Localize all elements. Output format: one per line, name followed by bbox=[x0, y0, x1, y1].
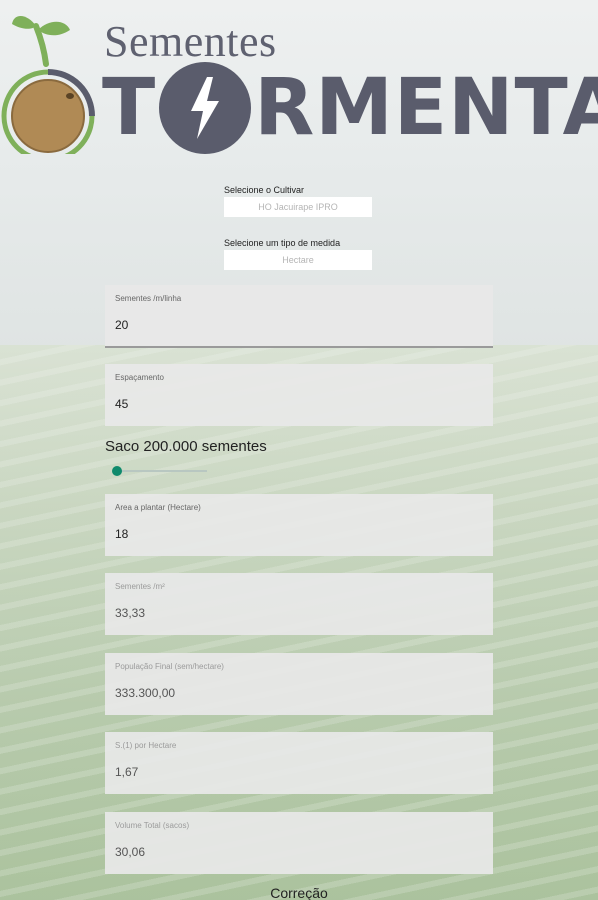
brand-logo: Sementes T RMENTA bbox=[0, 0, 598, 160]
bag-size-slider-track[interactable] bbox=[115, 470, 207, 472]
seed-sprout-icon bbox=[1, 15, 95, 154]
field-label: Area a plantar (Hectare) bbox=[115, 503, 201, 512]
field-value: 33,33 bbox=[115, 606, 146, 620]
logo-letter-t: T bbox=[102, 63, 157, 153]
field-value: 30,06 bbox=[115, 845, 146, 859]
field-value[interactable]: 18 bbox=[115, 527, 128, 541]
measure-type-select[interactable]: Hectare bbox=[224, 250, 372, 270]
field-value: 333.300,00 bbox=[115, 686, 176, 700]
field-label: S.(1) por Hectare bbox=[115, 741, 177, 750]
field-label: Espaçamento bbox=[115, 373, 164, 382]
field-label: População Final (sem/hectare) bbox=[115, 662, 224, 671]
measure-type-label: Selecione um tipo de medida bbox=[224, 238, 341, 248]
field-value: 1,67 bbox=[115, 765, 139, 779]
logo-top-text: Sementes bbox=[104, 17, 277, 66]
field-value[interactable]: 45 bbox=[115, 397, 128, 411]
area-to-plant-field[interactable]: Area a plantar (Hectare) 18 bbox=[105, 494, 493, 556]
bags-per-hectare-field: S.(1) por Hectare 1,67 bbox=[105, 732, 493, 794]
final-population-field: População Final (sem/hectare) 333.300,00 bbox=[105, 653, 493, 715]
field-label: Sementes /m² bbox=[115, 582, 165, 591]
logo-main-text: T RMENTA bbox=[102, 62, 598, 154]
logo-letters-rmenta: RMENTA bbox=[254, 63, 598, 153]
bag-size-slider-thumb[interactable] bbox=[112, 466, 122, 476]
seeds-per-m2-field: Sementes /m² 33,33 bbox=[105, 573, 493, 635]
spacing-field[interactable]: Espaçamento 45 bbox=[105, 364, 493, 426]
field-label: Volume Total (sacos) bbox=[115, 821, 190, 830]
bag-size-label: Saco 200.000 sementes bbox=[105, 438, 267, 455]
cultivar-select[interactable]: HO Jacuirape IPRO bbox=[224, 197, 372, 217]
total-volume-field: Volume Total (sacos) 30,06 bbox=[105, 812, 493, 874]
seeds-per-meter-field[interactable]: Sementes /m/linha 20 bbox=[105, 285, 493, 348]
correction-link[interactable]: Correção bbox=[0, 885, 598, 900]
cultivar-label: Selecione o Cultivar bbox=[224, 185, 305, 195]
lightning-bolt-icon bbox=[159, 62, 252, 154]
field-value[interactable]: 20 bbox=[115, 318, 128, 332]
field-label: Sementes /m/linha bbox=[115, 294, 182, 303]
